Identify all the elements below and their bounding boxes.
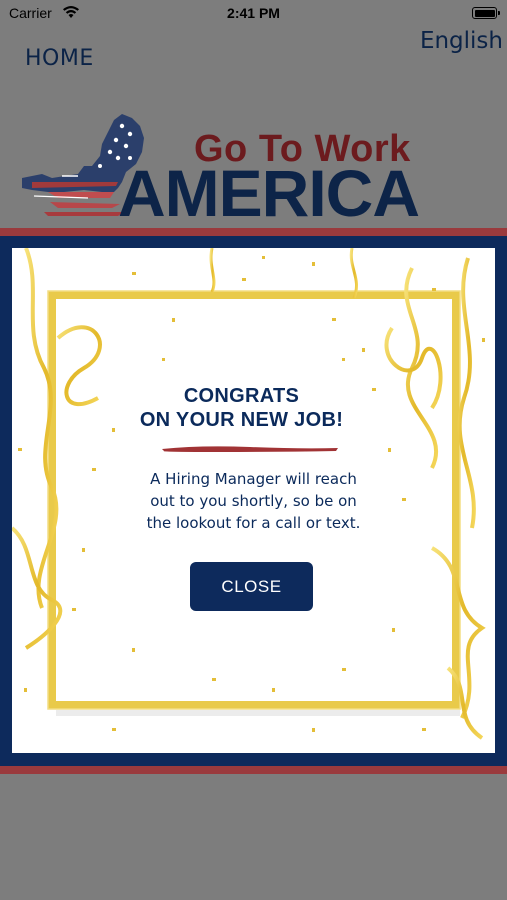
modal-message: A Hiring Manager will reach out to you s… [0, 468, 507, 534]
modal-bottom-stripe [0, 766, 507, 774]
title-underline-swash [162, 446, 338, 452]
modal-message-line3: the lookout for a call or text. [146, 514, 361, 532]
status-bar: Carrier 2:41 PM [0, 0, 507, 28]
language-selector[interactable]: English [420, 28, 503, 54]
modal-title: CONGRATS ON YOUR NEW JOB! [0, 384, 483, 432]
modal-top-stripe [0, 228, 507, 236]
logo-title-america: AMERICA [118, 156, 420, 230]
close-button[interactable]: CLOSE [190, 562, 313, 611]
battery-icon [472, 7, 500, 19]
modal-title-line1: CONGRATS [183, 385, 300, 407]
modal-message-line1: A Hiring Manager will reach [150, 470, 357, 488]
modal-message-line2: out to you shortly, so be on [150, 492, 357, 510]
modal-title-line2: ON YOUR NEW JOB! [139, 409, 344, 431]
home-link[interactable]: HOME [25, 46, 94, 71]
status-time: 2:41 PM [227, 5, 280, 21]
